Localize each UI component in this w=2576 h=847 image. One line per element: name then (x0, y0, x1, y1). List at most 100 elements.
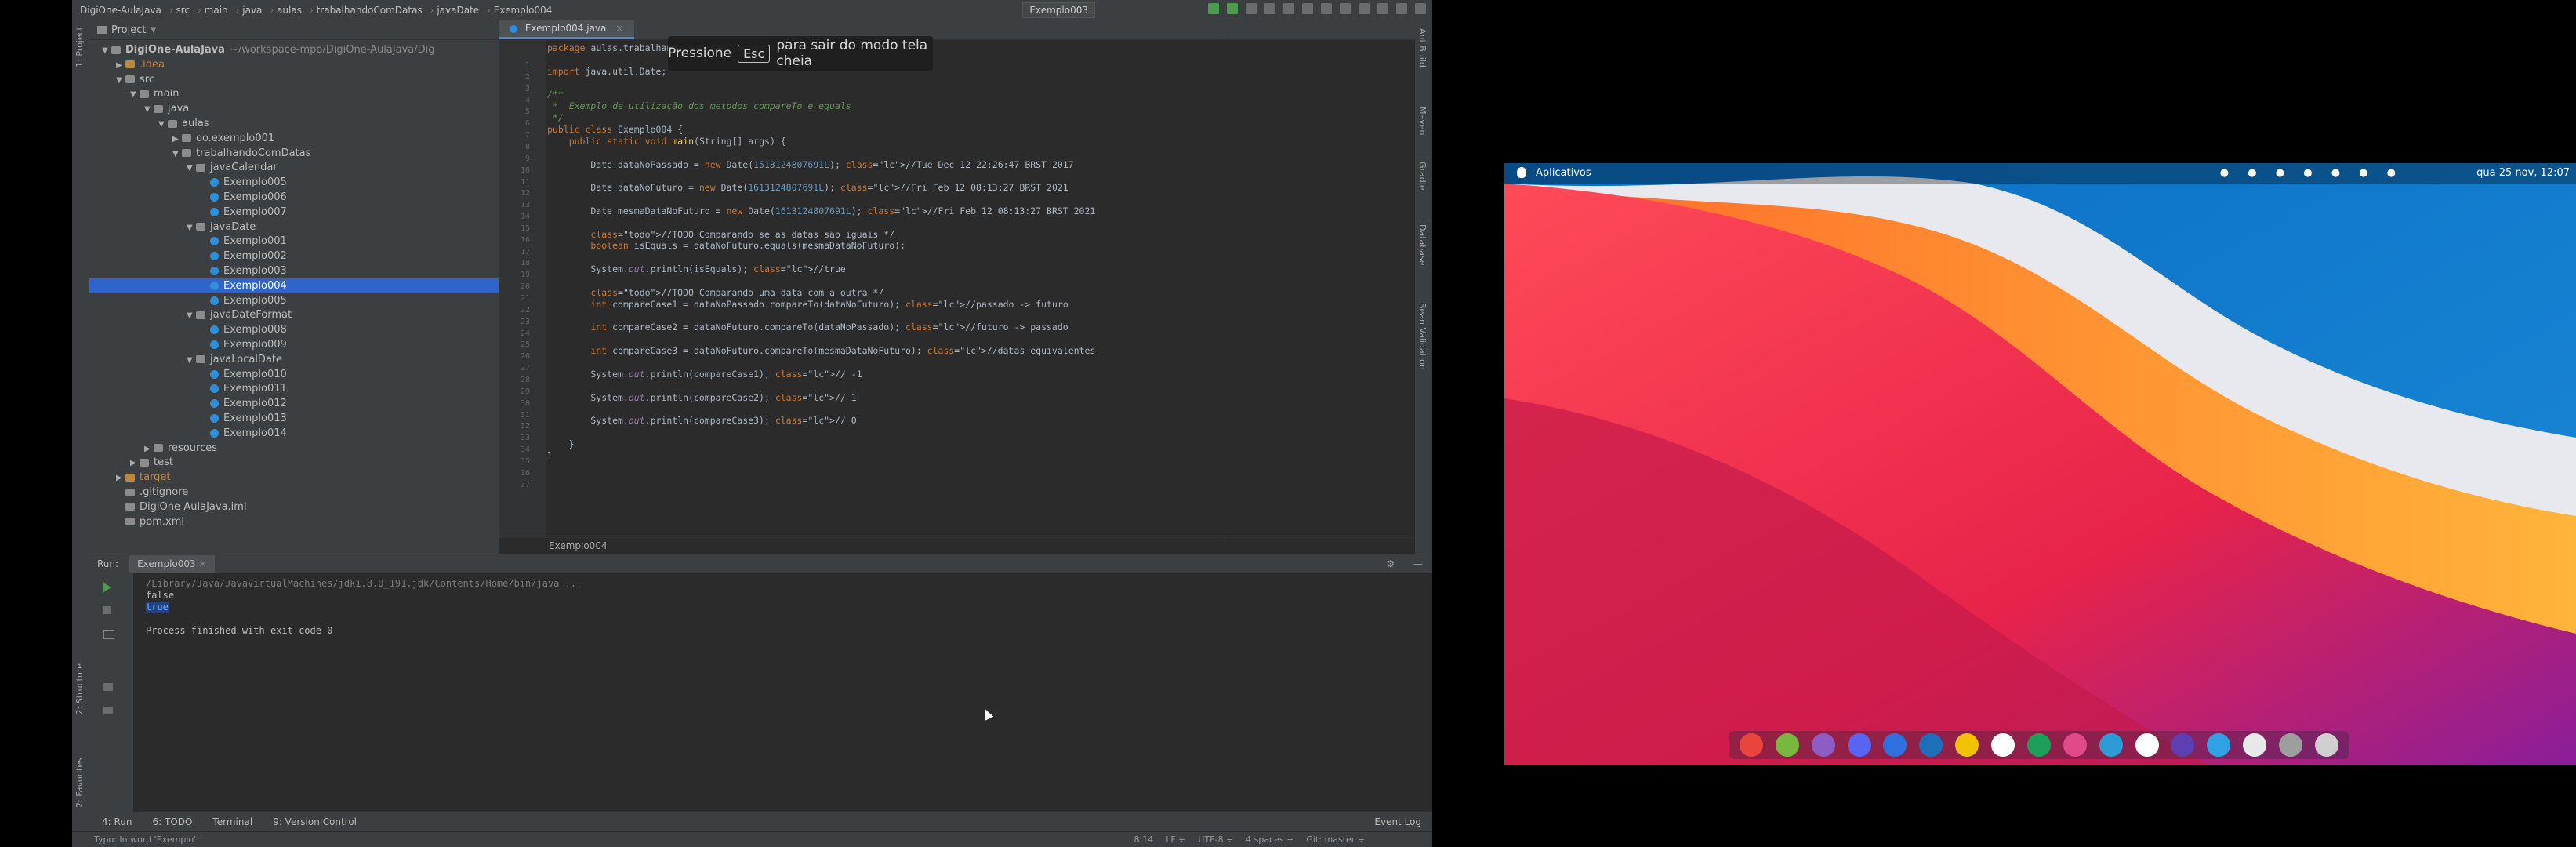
code-line[interactable]: public static void main(String[] args) { (547, 136, 786, 147)
tree-item-class[interactable]: Exemplo004 (89, 278, 499, 293)
tree-item-class[interactable]: Exemplo003 (89, 264, 499, 278)
code-line[interactable]: public class Exemplo004 { (547, 124, 683, 135)
dock-app-icon[interactable] (2207, 733, 2231, 757)
tree-item[interactable]: ▶ resources (89, 441, 499, 456)
tab-maven[interactable]: Maven (1417, 107, 1428, 135)
stop-icon[interactable] (103, 606, 111, 614)
code-line[interactable]: class="todo">//TODO Comparando uma data … (547, 287, 883, 298)
tree-item[interactable]: ▼ src (89, 72, 499, 87)
dock-app-icon[interactable] (1739, 733, 1763, 757)
tab-structure[interactable]: 2: Structure (74, 663, 85, 714)
breadcrumb-project[interactable]: DigiOne-AulaJava (80, 5, 161, 16)
tree-item[interactable]: ▼ javaCalendar (89, 160, 499, 175)
chevron-down-icon[interactable]: ▼ (130, 87, 140, 102)
close-icon[interactable]: × (615, 23, 623, 34)
tree-item[interactable]: ▶ target (89, 470, 499, 485)
toolwindow-version-control[interactable]: 9: Version Control (273, 816, 357, 827)
code-line[interactable]: System.out.println(compareCase2); class=… (547, 392, 856, 403)
code-line[interactable]: /** (547, 89, 564, 100)
code-line[interactable]: */ (547, 112, 564, 123)
code-line[interactable]: int compareCase2 = dataNoFuturo.compareT… (547, 322, 1068, 333)
code-line[interactable]: Date dataNoPassado = new Date(1513124807… (547, 159, 1073, 170)
gear-icon[interactable]: ⚙ (1386, 558, 1395, 569)
tab-gradle[interactable]: Gradle (1417, 162, 1428, 191)
dock-app-icon[interactable] (1775, 733, 1799, 757)
indent-setting[interactable]: 4 spaces ÷ (1246, 832, 1293, 847)
breadcrumb-javaDate[interactable]: javaDate (430, 5, 479, 16)
run-icon[interactable] (1208, 3, 1219, 14)
breadcrumb-main[interactable]: main (198, 5, 228, 16)
tree-item[interactable]: ▼ javaDate (89, 220, 499, 234)
tree-item-class[interactable]: Exemplo012 (89, 396, 499, 411)
chevron-down-icon[interactable]: ▼ (187, 353, 196, 368)
dock-app-icon[interactable] (1955, 733, 1979, 757)
tree-item[interactable]: ▶ oo.exemplo001 (89, 131, 499, 146)
chevron-right-icon[interactable]: ▶ (172, 132, 182, 147)
toolwindow-run[interactable]: 4: Run (102, 816, 132, 827)
code-line[interactable]: Date mesmaDataNoFuturo = new Date(161312… (547, 205, 1095, 216)
vcs-commit-icon[interactable] (1321, 3, 1332, 14)
debug-icon[interactable] (1227, 3, 1238, 14)
project-panel-title[interactable]: Project (111, 24, 146, 36)
dock-app-icon[interactable] (1919, 733, 1943, 757)
breadcrumb-aulas[interactable]: aulas (270, 5, 302, 16)
editor-tab-active[interactable]: Exemplo004.java × (499, 20, 635, 39)
run-configuration-select[interactable]: Exemplo003 (1022, 2, 1095, 18)
layout-icon[interactable] (1396, 3, 1407, 14)
dock-app-icon[interactable] (2135, 733, 2159, 757)
tree-item[interactable]: ▼ main (89, 86, 499, 101)
dock-app-icon[interactable] (1883, 733, 1907, 757)
chevron-down-icon[interactable]: ▼ (158, 117, 168, 132)
breadcrumb-trabalhandoComDatas[interactable]: trabalhandoComDatas (310, 5, 423, 16)
chevron-right-icon[interactable]: ▶ (116, 58, 125, 73)
code-line[interactable]: int compareCase3 = dataNoFuturo.compareT… (547, 345, 1095, 356)
tab-ant-build[interactable]: Ant Build (1417, 28, 1428, 67)
tree-item-class[interactable]: Exemplo002 (89, 249, 499, 264)
tree-item-class[interactable]: Exemplo013 (89, 411, 499, 426)
dock-app-icon[interactable] (2099, 733, 2123, 757)
tab-favorites[interactable]: 2: Favorites (74, 758, 85, 808)
code-line[interactable]: Date dataNoFuturo = new Date(16131248076… (547, 182, 1068, 193)
run-tab[interactable]: Exemplo003 × (129, 555, 215, 573)
chevron-right-icon[interactable]: ▶ (144, 442, 154, 456)
tree-item[interactable]: pom.xml (89, 514, 499, 529)
rerun-icon[interactable] (103, 583, 111, 592)
apple-icon[interactable] (1517, 167, 1526, 178)
code-line[interactable]: import java.util.Date; (547, 66, 666, 77)
dock-app-icon[interactable] (2243, 733, 2267, 757)
dock-app-icon[interactable] (2063, 733, 2087, 757)
tree-item[interactable]: .gitignore (89, 485, 499, 500)
dock-app-icon[interactable] (2026, 733, 2051, 757)
restore-layout-icon[interactable] (103, 630, 114, 639)
chevron-down-icon[interactable]: ▼ (102, 43, 111, 58)
tree-item[interactable]: ▼ java (89, 101, 499, 116)
tree-item-class[interactable]: Exemplo005 (89, 175, 499, 190)
code-line[interactable]: class="todo">//TODO Comparando se as dat… (547, 229, 894, 240)
tab-database[interactable]: Database (1417, 224, 1428, 266)
tab-project[interactable]: 1: Project (74, 27, 85, 67)
tree-item-class[interactable]: Exemplo001 (89, 234, 499, 249)
dock-app-icon[interactable] (2171, 733, 2195, 757)
tab-bean-validation[interactable]: Bean Validation (1417, 303, 1428, 370)
chevron-down-icon[interactable]: ▼ (116, 73, 125, 88)
git-branch[interactable]: Git: master ÷ (1306, 832, 1365, 847)
tree-item-class[interactable]: Exemplo006 (89, 190, 499, 205)
tree-item[interactable]: DigiOne-AulaJava.iml (89, 500, 499, 514)
code-line[interactable]: int compareCase1 = dataNoPassado.compare… (547, 299, 1068, 310)
dock-app-icon[interactable] (1847, 733, 1871, 757)
code-line[interactable]: * Exemplo de utilização dos metodos comp… (547, 100, 851, 111)
code-line[interactable]: System.out.println(compareCase3); class=… (547, 415, 856, 426)
stop-icon[interactable] (1264, 3, 1275, 14)
clock[interactable]: qua 25 nov, 12:07 (2476, 167, 2570, 179)
tree-item-class[interactable]: Exemplo005 (89, 293, 499, 308)
code-line[interactable]: boolean isEquals = dataNoFuturo.equals(m… (547, 240, 905, 251)
trash-icon[interactable] (103, 707, 113, 714)
tree-item-class[interactable]: Exemplo010 (89, 367, 499, 382)
editor-breadcrumb[interactable]: Exemplo004 (499, 537, 1415, 554)
tree-item[interactable]: ▼ trabalhandoComDatas (89, 146, 499, 161)
tree-item[interactable]: ▼ javaDateFormat (89, 307, 499, 322)
toolwindow-terminal[interactable]: Terminal (212, 816, 252, 827)
line-separator[interactable]: LF ÷ (1166, 832, 1185, 847)
code-line[interactable]: System.out.println(compareCase1); class=… (547, 369, 862, 380)
chevron-down-icon[interactable]: ▼ (144, 102, 154, 117)
